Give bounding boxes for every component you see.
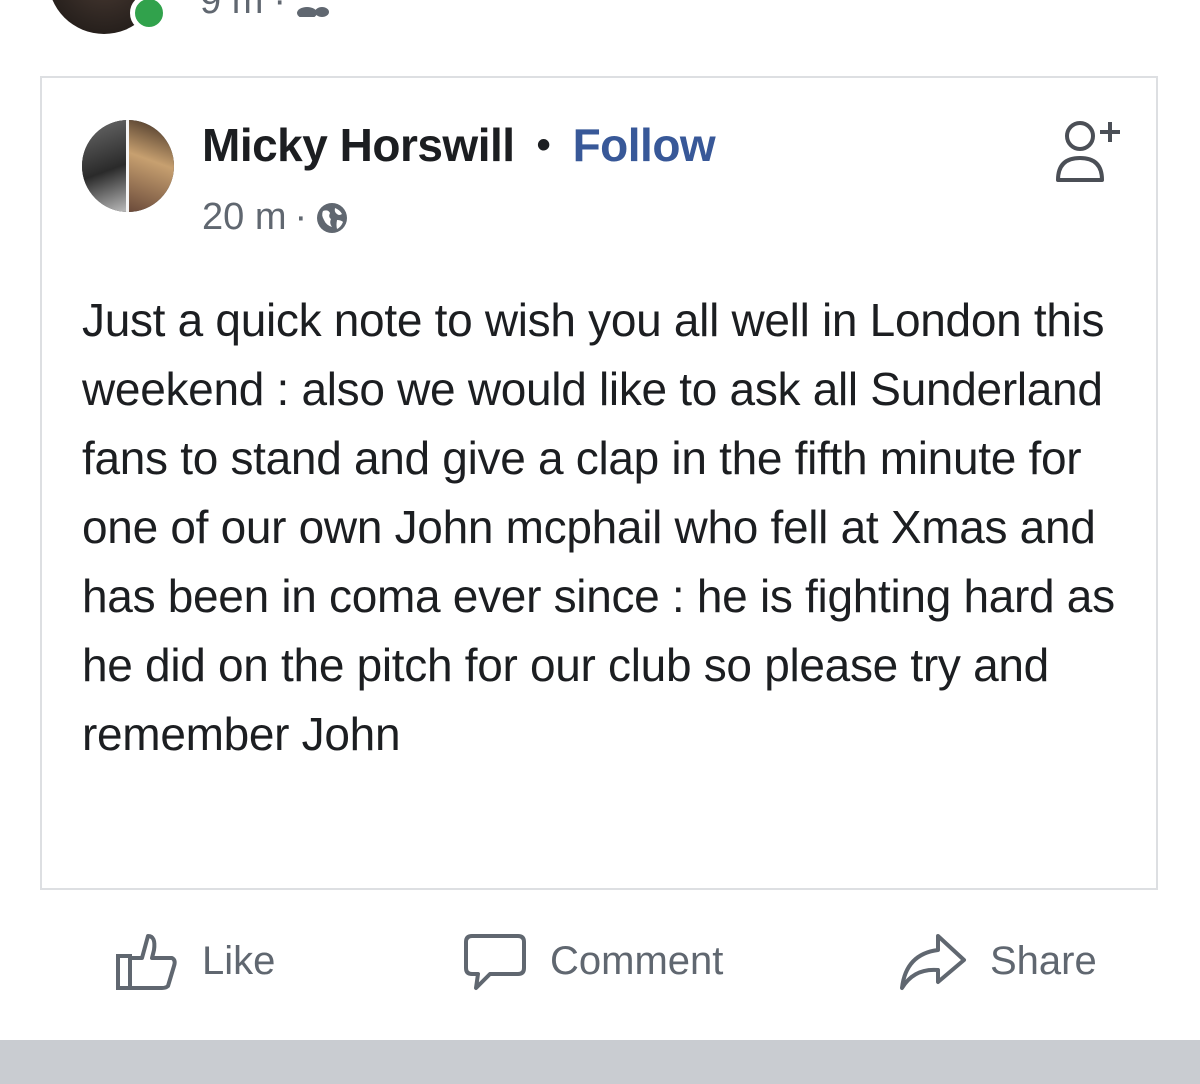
online-status-indicator (130, 0, 168, 32)
share-arrow-icon (900, 934, 966, 990)
header-separator: • (536, 122, 551, 167)
globe-icon (317, 202, 348, 233)
outer-post-separator: · (273, 0, 287, 22)
outer-post-time[interactable]: 9 m (200, 0, 263, 23)
follow-button[interactable]: Follow (573, 118, 716, 172)
feed-page: 9 m · Micky Horswill • Follow 20 m · Jus… (0, 0, 1200, 1084)
shared-post-text: Just a quick note to wish you all well i… (82, 294, 1115, 760)
like-label: Like (202, 938, 276, 983)
shared-post-meta: 20 m · (202, 196, 349, 239)
friends-icon (297, 6, 330, 17)
comment-button[interactable]: Comment (462, 928, 723, 994)
shared-post-time[interactable]: 20 m (202, 196, 286, 239)
share-label: Share (990, 938, 1097, 983)
feed-divider (0, 1040, 1200, 1084)
outer-post-meta: 9 m · (200, 0, 330, 23)
author-name[interactable]: Micky Horswill (202, 118, 515, 172)
time-separator: · (294, 196, 308, 238)
like-button[interactable]: Like (114, 928, 275, 994)
shared-post-author-avatar[interactable] (82, 120, 174, 212)
add-friend-icon[interactable] (1044, 114, 1124, 190)
shared-post-card[interactable]: Micky Horswill • Follow 20 m · Just a qu… (40, 76, 1158, 890)
post-action-bar: Like Comment Share (0, 928, 1200, 1008)
comment-label: Comment (550, 938, 724, 983)
share-button[interactable]: Share (898, 928, 1097, 994)
thumbs-up-icon (116, 934, 177, 990)
shared-post-header: Micky Horswill • Follow (202, 118, 716, 172)
comment-bubble-icon (464, 934, 526, 990)
